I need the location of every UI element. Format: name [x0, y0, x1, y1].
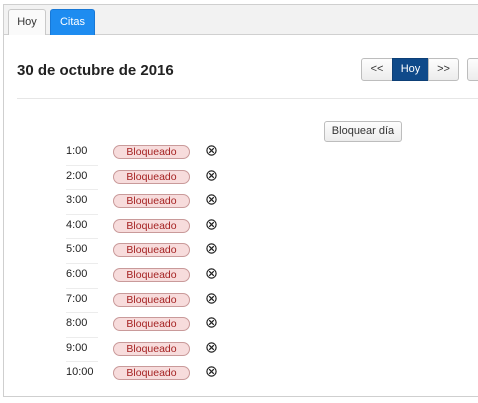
remove-block-icon[interactable]: [206, 268, 217, 279]
time-slot-row: 3:00 Bloqueado: [66, 189, 236, 214]
slot-time: 10:00: [66, 366, 94, 379]
slot-time: 7:00: [66, 292, 88, 305]
remove-block-icon[interactable]: [206, 243, 217, 255]
slot-time: 3:00: [66, 194, 88, 207]
slot-time: 4:00: [66, 218, 88, 231]
blocked-status-badge: Bloqueado: [113, 341, 190, 356]
time-slot-row: 5:00 Bloqueado: [66, 238, 236, 263]
block-day-button[interactable]: Bloquear día: [324, 121, 402, 142]
blocked-status-badge: Bloqueado: [113, 292, 190, 307]
time-slot-row: 6:00 Bloqueado: [66, 262, 236, 288]
next-day-button[interactable]: >>: [428, 58, 459, 81]
remove-block-icon[interactable]: [206, 194, 217, 205]
blocked-status-badge: Bloqueado: [113, 169, 190, 184]
slot-time: 5:00: [66, 243, 88, 256]
blocked-status-badge: Bloqueado: [113, 366, 190, 381]
time-slot-row: 4:00 Bloqueado: [66, 213, 236, 239]
slot-time: 6:00: [66, 267, 88, 280]
blocked-status-badge: Bloqueado: [113, 218, 190, 233]
previous-day-button[interactable]: <<: [361, 58, 393, 81]
remove-block-icon[interactable]: [206, 145, 217, 156]
remove-block-icon[interactable]: [206, 366, 217, 378]
time-slot-row: 8:00 Bloqueado: [66, 312, 236, 337]
remove-block-icon[interactable]: [206, 292, 217, 304]
blocked-status-badge: Bloqueado: [113, 267, 190, 282]
date-navigation: << Hoy >>: [361, 58, 459, 81]
time-slot-row: 10:00 Bloqueado: [66, 361, 236, 386]
blocked-status-badge: Bloqueado: [113, 194, 190, 209]
tab-hoy[interactable]: Hoy: [8, 9, 46, 35]
header-divider: [17, 98, 478, 99]
slot-time: 9:00: [66, 341, 88, 354]
slot-time: 1:00: [66, 145, 88, 157]
remove-block-icon[interactable]: [206, 219, 217, 230]
time-slot-row: 9:00 Bloqueado: [66, 336, 236, 362]
today-button[interactable]: Hoy: [392, 58, 429, 81]
extra-toolbar-button[interactable]: [467, 58, 478, 81]
time-slot-row: 2:00 Bloqueado: [66, 164, 236, 190]
time-slot-list: 1:00 Bloqueado 2:00 Bloqueado 3:00 Bloqueado 4…: [66, 140, 236, 386]
tab-bar: Hoy Citas: [4, 5, 478, 35]
page-title: 30 de octubre de 2016: [17, 62, 174, 79]
slot-time: 8:00: [66, 317, 88, 330]
tab-citas[interactable]: Citas: [50, 9, 95, 35]
slot-time: 2:00: [66, 169, 88, 182]
time-slot-row: 7:00 Bloqueado: [66, 287, 236, 313]
blocked-status-badge: Bloqueado: [113, 243, 190, 258]
blocked-status-badge: Bloqueado: [113, 317, 190, 332]
remove-block-icon[interactable]: [206, 317, 217, 328]
remove-block-icon[interactable]: [206, 342, 217, 353]
remove-block-icon[interactable]: [206, 169, 217, 181]
time-slot-row: 1:00 Bloqueado: [66, 140, 236, 165]
blocked-status-badge: Bloqueado: [113, 145, 190, 159]
